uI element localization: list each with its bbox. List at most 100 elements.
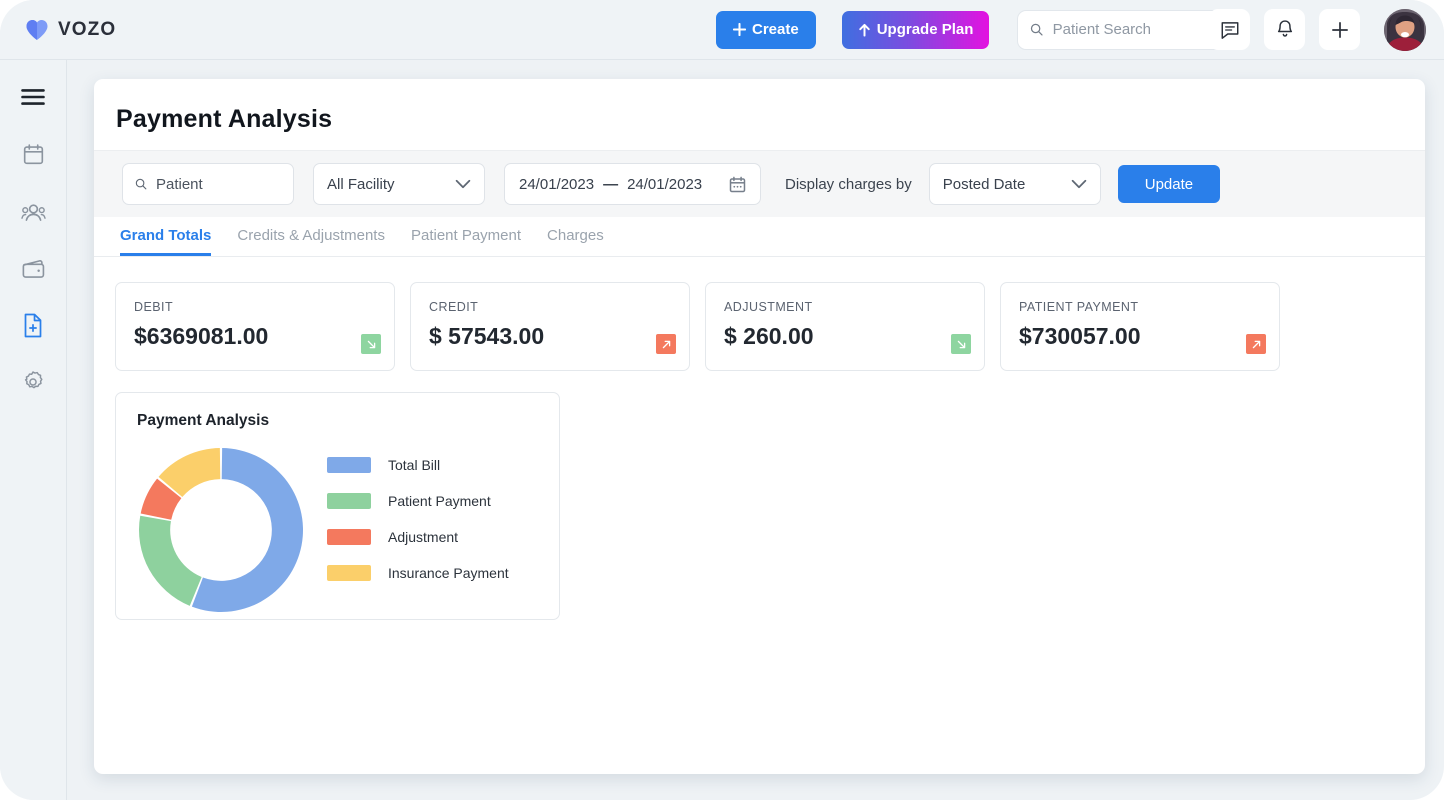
top-actions: Create Upgrade Plan (716, 0, 1233, 59)
update-button[interactable]: Update (1117, 165, 1221, 203)
stat-value: $730057.00 (1019, 323, 1141, 349)
patient-filter-box[interactable] (122, 163, 294, 205)
stat-value: $ 260.00 (724, 323, 814, 349)
chevron-down-icon (455, 179, 471, 189)
legend-swatch-total-bill (327, 457, 371, 473)
stat-label: PATIENT PAYMENT (1019, 300, 1139, 314)
tab-patient-payment[interactable]: Patient Payment (411, 227, 521, 256)
legend-label: Adjustment (388, 529, 459, 545)
status-badge (656, 334, 676, 354)
legend-label: Total Bill (388, 457, 441, 473)
plus-icon (733, 23, 746, 36)
stat-value: $6369081.00 (134, 323, 269, 349)
stat-cards: DEBIT $6369081.00 CREDIT $ 57543.00 ADJU… (115, 282, 1280, 371)
stat-card-debit[interactable]: DEBIT $6369081.00 (115, 282, 395, 371)
sidebar-item-menu[interactable] (18, 82, 48, 112)
arrow-up-right-icon (662, 340, 670, 348)
arrow-up-right-icon (1252, 340, 1260, 348)
top-bar: VOZO Create Upgrade Plan (0, 0, 1444, 59)
sidebar-item-settings[interactable] (18, 367, 48, 397)
gear-icon (24, 371, 43, 389)
date-range-separator: — (603, 175, 619, 193)
charges-by-select[interactable]: Posted Date (928, 163, 1101, 205)
top-icon-buttons (1209, 0, 1426, 59)
payment-analysis-donut-chart (139, 448, 303, 612)
people-group-icon (20, 203, 46, 221)
create-button[interactable]: Create (716, 10, 816, 49)
sidebar-item-documents[interactable] (18, 310, 48, 340)
main-content-card: Payment Analysis All Facility 24/01/2023 (94, 79, 1425, 774)
sidebar-item-calendar[interactable] (18, 139, 48, 169)
date-range-picker[interactable]: 24/01/2023 — 24/01/2023 (504, 163, 761, 205)
brand-name: VOZO (58, 18, 117, 40)
sidebar-item-patients[interactable] (18, 196, 48, 226)
date-range-start: 24/01/2023 (519, 175, 595, 193)
tab-bar: Grand Totals Credits & Adjustments Patie… (94, 217, 1425, 257)
arrow-down-right-icon (957, 340, 965, 348)
calendar-icon (23, 143, 43, 164)
bell-icon (1277, 20, 1292, 37)
status-badge (361, 334, 381, 354)
patient-search-box[interactable] (1017, 9, 1233, 50)
upgrade-plan-label: Upgrade Plan (876, 21, 974, 38)
display-charges-label: Display charges by (785, 175, 912, 193)
legend-swatch-patient-payment (327, 493, 371, 509)
sidebar-item-billing[interactable] (18, 253, 48, 283)
payment-analysis-chart-card: Payment Analysis Total Bill Patient Paym… (115, 392, 560, 620)
sidebar (0, 60, 67, 800)
create-button-label: Create (752, 21, 799, 38)
chart-legend: Total Bill Patient Payment Adjustment In… (327, 457, 509, 581)
heart-icon (26, 19, 48, 40)
stat-value: $ 57543.00 (429, 323, 545, 349)
stat-card-adjustment[interactable]: ADJUSTMENT $ 260.00 (705, 282, 985, 371)
legend-swatch-adjustment (327, 529, 371, 545)
chat-button[interactable] (1209, 9, 1250, 50)
hamburger-menu-icon (21, 89, 45, 105)
status-badge (1246, 334, 1266, 354)
tab-grand-totals[interactable]: Grand Totals (120, 227, 212, 256)
stat-label: ADJUSTMENT (724, 300, 813, 314)
tab-charges[interactable]: Charges (547, 227, 604, 256)
chart-title: Payment Analysis (137, 412, 270, 429)
stat-card-credit[interactable]: CREDIT $ 57543.00 (410, 282, 690, 371)
search-icon (135, 178, 147, 190)
app-window: VOZO Create Upgrade Plan Patient Search … (0, 0, 1444, 800)
stat-label: CREDIT (429, 300, 479, 314)
upgrade-plan-button[interactable]: Upgrade Plan (841, 10, 990, 49)
status-badge (951, 334, 971, 354)
avatar-photo (1384, 8, 1426, 51)
facility-select[interactable]: All Facility (313, 163, 485, 205)
plus-icon (1331, 21, 1348, 38)
facility-select-value: All Facility (327, 175, 395, 193)
date-range-end: 24/01/2023 (627, 175, 703, 193)
legend-swatch-insurance-payment (327, 565, 371, 581)
file-plus-icon (24, 313, 42, 337)
patient-filter-input[interactable] (155, 175, 281, 193)
chevron-down-icon (1071, 179, 1087, 189)
topbar-divider (0, 59, 1444, 60)
add-button[interactable] (1319, 9, 1360, 50)
arrow-down-right-icon (367, 340, 375, 348)
legend-label: Patient Payment (388, 493, 491, 509)
donut-slice (139, 515, 202, 606)
legend-label: Insurance Payment (388, 565, 509, 581)
search-icon (1031, 23, 1044, 36)
legend-item[interactable]: Adjustment (327, 529, 509, 545)
calendar-icon (729, 176, 746, 192)
patient-search-input[interactable] (1052, 21, 1220, 38)
charges-by-value: Posted Date (942, 175, 1026, 193)
stat-card-patient-payment[interactable]: PATIENT PAYMENT $730057.00 (1000, 282, 1280, 371)
arrow-up-icon (858, 23, 870, 37)
user-avatar[interactable] (1384, 8, 1426, 51)
legend-item[interactable]: Patient Payment (327, 493, 509, 509)
stat-label: DEBIT (134, 300, 174, 314)
tab-credits-adjustments[interactable]: Credits & Adjustments (237, 227, 385, 256)
wallet-icon (22, 259, 44, 278)
legend-item[interactable]: Total Bill (327, 457, 509, 473)
page-title: Payment Analysis (116, 105, 333, 133)
brand-logo[interactable]: VOZO (25, 19, 116, 41)
chat-icon (1221, 21, 1238, 39)
filter-bar: All Facility 24/01/2023 — 24/01/2023 (94, 150, 1425, 217)
legend-item[interactable]: Insurance Payment (327, 565, 509, 581)
notifications-button[interactable] (1264, 9, 1305, 50)
